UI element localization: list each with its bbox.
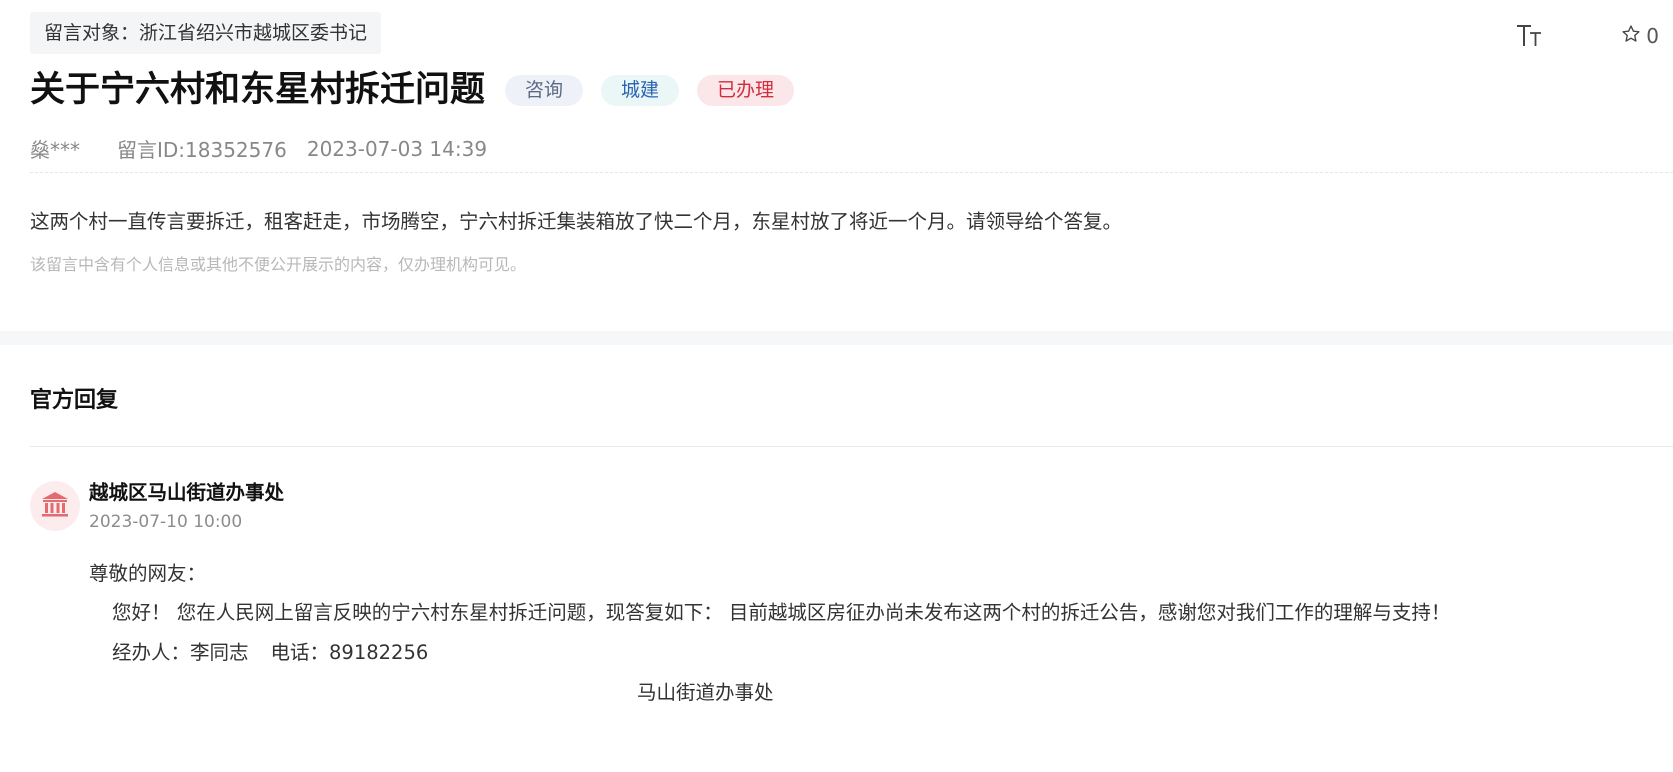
message-id: 留言ID:18352576 (117, 138, 287, 162)
divider (30, 172, 1673, 173)
reply-signoff: 马山街道办事处 (637, 681, 774, 704)
reply-datetime: 2023-07-10 10:00 (89, 512, 243, 532)
privacy-note: 该留言中含有个人信息或其他不便公开展示的内容，仅办理机构可见。 (30, 255, 527, 274)
status-badge: 已办理 (697, 74, 795, 106)
reply-org-name: 越城区马山街道办事处 (89, 481, 285, 504)
message-datetime: 2023-07-03 14:39 (306, 136, 488, 161)
favorite-button[interactable]: 0 (1621, 24, 1659, 48)
text-size-icon[interactable] (1515, 22, 1545, 50)
section-separator (0, 331, 1673, 345)
message-meta: 燊*** 留言ID:18352576 2023-07-03 14:39 (30, 134, 487, 163)
reply-contact: 经办人：李同志 电话：89182256 (112, 639, 428, 667)
reply-phone: 电话：89182256 (270, 641, 429, 664)
reply-greeting: 尊敬的网友： (89, 562, 207, 585)
reply-paragraph: 您好！ 您在人民网上留言反映的宁六村东星村拆迁问题，现答复如下： 目前越城区房征… (112, 601, 1451, 624)
star-outline-icon (1621, 24, 1641, 48)
title-row: 关于宁六村和东星村拆迁问题 咨询 城建 已办理 (30, 66, 795, 114)
avatar (30, 481, 80, 531)
reply-section-heading: 官方回复 (30, 388, 119, 413)
toolbar: 0 (1373, 22, 1673, 50)
reply-handler: 经办人：李同志 (112, 641, 249, 664)
divider (30, 446, 1673, 447)
favorite-count: 0 (1646, 24, 1659, 48)
author-name: 燊*** (30, 138, 80, 162)
message-target-label: 留言对象：浙江省绍兴市越城区委书记 (30, 12, 382, 54)
category-tag: 城建 (601, 74, 680, 106)
message-content: 这两个村一直传言要拆迁，租客赶走，市场腾空，宁六村拆迁集装箱放了快二个月，东星村… (30, 210, 1123, 233)
message-title: 关于宁六村和东星村拆迁问题 (30, 70, 486, 110)
government-building-icon (40, 489, 70, 523)
type-tag: 咨询 (505, 74, 584, 106)
